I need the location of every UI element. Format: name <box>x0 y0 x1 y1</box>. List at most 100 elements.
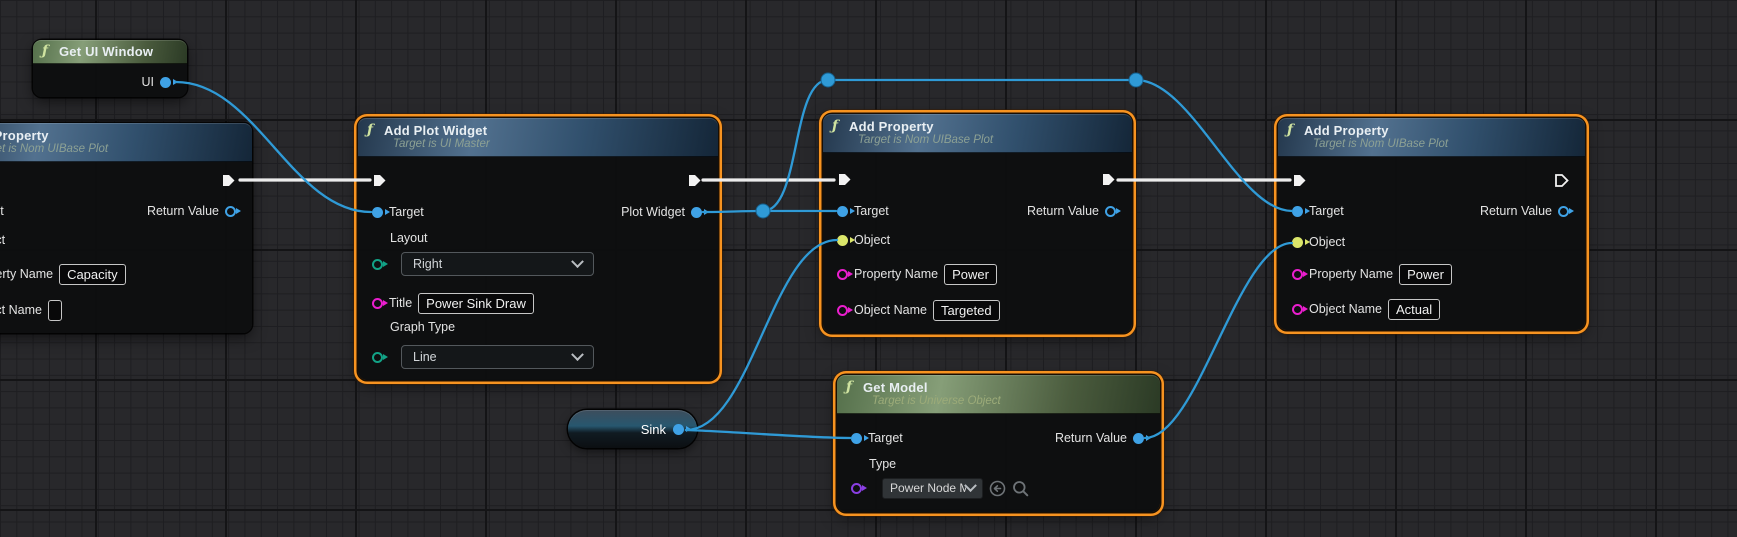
pin-row-object-name: Object Name Targeted <box>837 300 1000 320</box>
exec-in-pin[interactable] <box>837 172 852 187</box>
return-value-output-pin[interactable] <box>1558 206 1569 217</box>
object-input-pin[interactable] <box>837 235 848 246</box>
property-name-input[interactable]: Capacity <box>59 264 126 285</box>
property-name-input-pin[interactable] <box>1292 269 1303 280</box>
pin-label: Return Value <box>1027 204 1099 218</box>
target-input-pin[interactable] <box>851 433 862 444</box>
pin-row-object-name: Object Name Actual <box>1292 299 1440 319</box>
node-add-property-targeted[interactable]: ƒ Add Property Target is Nom UIBase Plot… <box>823 114 1132 333</box>
reroute-node[interactable] <box>1129 73 1143 87</box>
plot-widget-output-pin[interactable] <box>691 207 702 218</box>
pin-label: Object <box>0 233 5 247</box>
node-variable-sink[interactable]: Sink <box>568 410 697 448</box>
chevron-down-icon <box>571 348 584 361</box>
object-name-input-pin[interactable] <box>837 305 848 316</box>
object-name-input[interactable]: Actual <box>1388 299 1440 320</box>
exec-out-row <box>687 170 702 190</box>
exec-out-pin[interactable] <box>1554 173 1569 188</box>
pin-label: Return Value <box>1055 431 1127 445</box>
target-input-pin[interactable] <box>837 206 848 217</box>
node-title: Add Property <box>1304 123 1389 138</box>
return-value-output-pin[interactable] <box>1105 206 1116 217</box>
pin-row-property-name: Property Name Capacity <box>0 264 126 284</box>
function-icon: ƒ <box>832 120 842 133</box>
title-input-pin[interactable] <box>372 298 383 309</box>
pin-row-target: Target <box>1292 201 1344 221</box>
graph-type-value: Line <box>413 350 437 364</box>
pin-row-target: Target <box>372 202 424 222</box>
pin-row-return-value: Return Value <box>1055 428 1144 448</box>
ui-output-pin[interactable] <box>160 77 171 88</box>
exec-out-row <box>221 170 236 190</box>
reroute-node[interactable] <box>821 73 835 87</box>
graph-type-input-pin[interactable] <box>372 352 383 363</box>
pin-label: Object <box>854 233 890 247</box>
object-name-input-pin[interactable] <box>1292 304 1303 315</box>
chevron-down-icon <box>571 255 584 268</box>
layout-label: Layout <box>390 231 428 245</box>
node-header[interactable]: ƒ Get Model Target is Universe Object <box>837 375 1160 414</box>
pin-row-return-value: Return Value <box>1027 201 1116 221</box>
exec-out-row <box>1554 170 1569 190</box>
property-name-input[interactable]: Power <box>1399 264 1452 285</box>
pin-label: Target <box>0 204 4 218</box>
pin-label: Target <box>389 205 424 219</box>
pin-row-property-name: Property Name Power <box>837 264 997 284</box>
graph-type-label: Graph Type <box>390 320 455 334</box>
node-header[interactable]: ƒ Add Property Target is Nom UIBase Plot <box>823 114 1132 153</box>
pin-row-object-name: Object Name <box>0 300 62 320</box>
pin-label: Return Value <box>1480 204 1552 218</box>
layout-dropdown[interactable]: Right <box>401 252 594 276</box>
node-get-model[interactable]: ƒ Get Model Target is Universe Object Ta… <box>837 375 1160 512</box>
reroute-node[interactable] <box>756 204 770 218</box>
exec-out-row <box>1101 169 1116 189</box>
function-icon: ƒ <box>846 381 856 394</box>
node-subtitle: Target is Universe Object <box>846 395 1151 407</box>
object-input-pin[interactable] <box>1292 237 1303 248</box>
node-title: Get Model <box>863 380 928 395</box>
property-name-input[interactable]: Power <box>944 264 997 285</box>
node-get-ui-window[interactable]: ƒ Get UI Window UI <box>33 40 187 97</box>
exec-in-pin[interactable] <box>372 173 387 188</box>
node-title: Get UI Window <box>59 44 153 59</box>
exec-in-row <box>372 170 387 190</box>
pin-row-ui: UI <box>142 72 172 92</box>
node-header[interactable]: ƒ Get UI Window <box>33 40 187 64</box>
node-add-property-actual[interactable]: ƒ Add Property Target is Nom UIBase Plot… <box>1278 118 1585 330</box>
node-add-plot-widget[interactable]: ƒ Add Plot Widget Target is UI Master Ta… <box>358 118 718 380</box>
layout-input-pin[interactable] <box>372 259 383 270</box>
function-icon: ƒ <box>1287 124 1297 137</box>
exec-in-pin[interactable] <box>1292 173 1307 188</box>
pin-label: Plot Widget <box>621 205 685 219</box>
pin-row-target: Target <box>851 428 903 448</box>
type-input-pin[interactable] <box>851 483 862 494</box>
target-input-pin[interactable] <box>372 207 383 218</box>
pin-label: Property Name <box>854 267 938 281</box>
title-input[interactable]: Power Sink Draw <box>418 293 534 314</box>
object-name-input[interactable] <box>48 300 62 321</box>
use-selected-asset-icon[interactable] <box>989 480 1006 497</box>
pin-row-return-value: Return Value <box>147 201 236 221</box>
pin-label: Object Name <box>1309 302 1382 316</box>
node-add-property-capacity[interactable]: ƒ Add Property Target is Nom UIBase Plot… <box>0 123 252 333</box>
exec-out-pin[interactable] <box>1101 172 1116 187</box>
pin-row-property-name: Property Name Power <box>1292 264 1452 284</box>
return-value-output-pin[interactable] <box>225 206 236 217</box>
graph-type-dropdown[interactable]: Line <box>401 345 594 369</box>
exec-out-pin[interactable] <box>687 173 702 188</box>
type-dropdown[interactable]: Power Node Mc <box>882 478 983 499</box>
object-name-input[interactable]: Targeted <box>933 300 1000 321</box>
target-input-pin[interactable] <box>1292 206 1303 217</box>
pin-row-return-value: Return Value <box>1480 201 1569 221</box>
node-header[interactable]: ƒ Add Property Target is Nom UIBase Plot <box>0 123 252 162</box>
node-subtitle: Target is Nom UIBase Plot <box>832 134 1123 146</box>
node-header[interactable]: ƒ Add Property Target is Nom UIBase Plot <box>1278 118 1585 157</box>
browse-search-icon[interactable] <box>1012 480 1029 497</box>
node-header[interactable]: ƒ Add Plot Widget Target is UI Master <box>358 118 718 157</box>
property-name-input-pin[interactable] <box>837 269 848 280</box>
exec-out-pin[interactable] <box>221 173 236 188</box>
pin-label: Return Value <box>147 204 219 218</box>
function-icon: ƒ <box>367 124 377 137</box>
sink-output-pin[interactable] <box>673 424 684 435</box>
return-value-output-pin[interactable] <box>1133 433 1144 444</box>
